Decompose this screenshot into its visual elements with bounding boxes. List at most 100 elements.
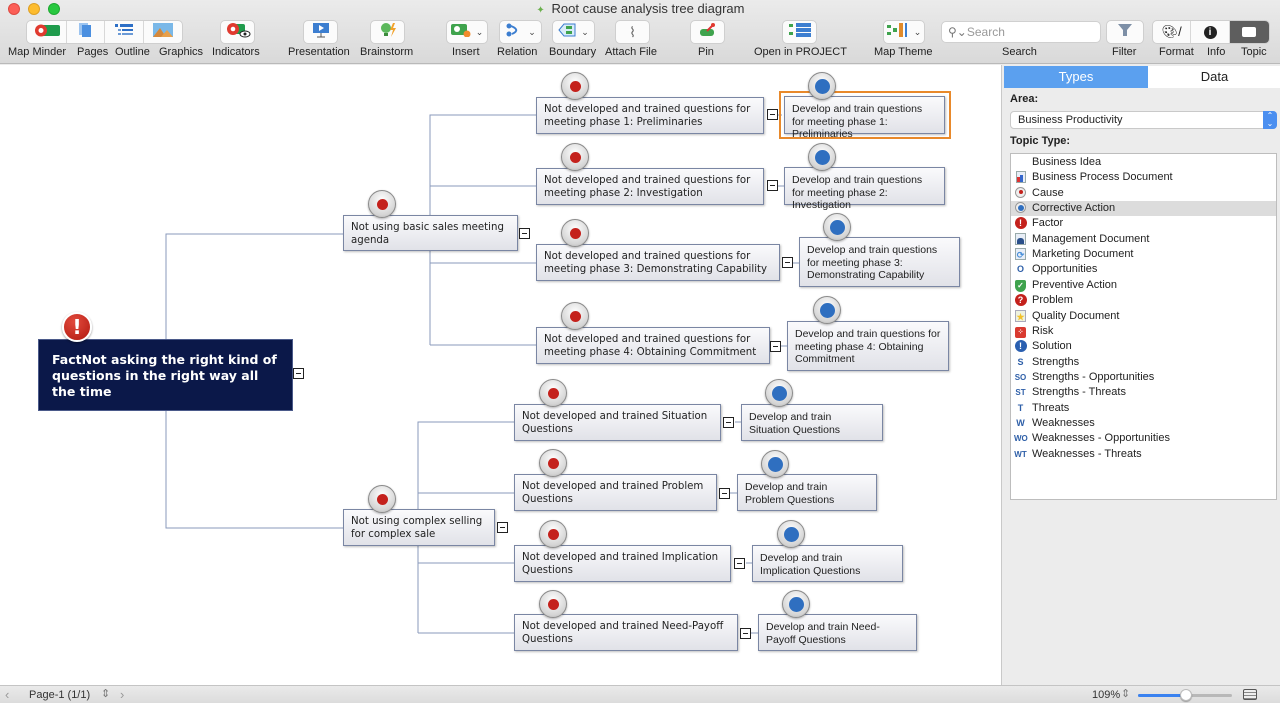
topic-type-item[interactable]: S Strengths [1011, 355, 1276, 370]
topic-type-label: Strengths [1032, 355, 1080, 368]
zoom-slider[interactable] [1138, 689, 1232, 701]
format-button[interactable]: 🎨︎/ [1153, 21, 1192, 43]
graphics-button[interactable] [144, 21, 183, 43]
collapse-toggle[interactable] [293, 368, 304, 379]
solution-topic[interactable]: Develop and train Implication Questions [752, 545, 903, 582]
insert-label: Insert [452, 46, 480, 58]
solution-topic[interactable]: Develop and train questions for meeting … [799, 237, 960, 287]
pin-label: Pin [698, 46, 714, 58]
insert-button[interactable]: ⌄ [446, 20, 488, 44]
pages-button[interactable] [67, 21, 105, 43]
solution-topic[interactable]: Develop and train questions for meeting … [784, 96, 945, 140]
cause-topic[interactable]: Not developed and trained questions for … [536, 327, 770, 364]
solution-topic[interactable]: Develop and train Situation Questions [741, 404, 883, 441]
solution-topic[interactable]: Develop and train questions for meeting … [784, 167, 945, 211]
page-stepper-icon[interactable]: ⇕ [101, 687, 110, 700]
topic-type-item[interactable]: Business Process Document [1011, 170, 1276, 185]
marketing-document-icon: ⟳ [1015, 248, 1026, 261]
info-button[interactable]: i [1191, 21, 1230, 43]
topic-type-item[interactable]: Cause [1011, 186, 1276, 201]
search-input[interactable]: ⚲⌄Search [941, 21, 1101, 43]
topic-type-item[interactable]: ? Problem [1011, 293, 1276, 308]
cause-topic[interactable]: Not developed and trained questions for … [536, 244, 780, 281]
map-minder-icon [32, 23, 61, 42]
collapse-toggle[interactable] [782, 257, 793, 268]
tab-types[interactable]: Types [1004, 66, 1148, 88]
status-bar: ‹ Page-1 (1/1) ⇕ › 109% ⇕ [0, 685, 1280, 703]
topic-type-item[interactable]: Corrective Action [1011, 201, 1276, 217]
solution-icon: ! [1014, 340, 1027, 353]
shield-icon: ✓ [1014, 279, 1027, 292]
topic-type-item[interactable]: ! Solution [1011, 339, 1276, 354]
topic-type-item[interactable]: W Weaknesses [1011, 416, 1276, 431]
zoom-stepper-icon[interactable]: ⇕ [1121, 687, 1130, 700]
branch-topic[interactable]: Not using basic sales meeting agenda [343, 215, 518, 251]
root-topic[interactable]: FactNot asking the right kind of questio… [38, 339, 293, 411]
collapse-toggle[interactable] [767, 180, 778, 191]
boundary-button[interactable]: ⌄ [552, 20, 595, 44]
zoom-slider-handle[interactable] [1179, 689, 1192, 701]
dice-icon: ⁘ [1014, 325, 1027, 338]
solution-topic[interactable]: Develop and train Problem Questions [737, 474, 877, 511]
open-in-project-button[interactable] [782, 20, 817, 44]
corrective-action-icon [823, 213, 851, 241]
solution-topic[interactable]: Develop and train Need-Payoff Questions [758, 614, 917, 651]
filter-button[interactable] [1106, 20, 1144, 44]
collapse-toggle[interactable] [770, 341, 781, 352]
topic-type-item[interactable]: Management Document [1011, 232, 1276, 247]
collapse-toggle[interactable] [719, 488, 730, 499]
cause-topic[interactable]: Not developed and trained questions for … [536, 97, 764, 134]
map-theme-button[interactable]: ⌄ [883, 20, 925, 44]
attach-file-button[interactable]: ⌇ [615, 20, 650, 44]
cause-topic[interactable]: Not developed and trained Implication Qu… [514, 545, 731, 582]
collapse-toggle[interactable] [497, 522, 508, 533]
map-canvas[interactable]: FactNot asking the right kind of questio… [0, 65, 1001, 685]
relation-button[interactable]: ⌄ [499, 20, 542, 44]
topic-type-item[interactable]: T Threats [1011, 401, 1276, 416]
collapse-toggle[interactable] [767, 109, 778, 120]
topic-type-item[interactable]: WT Weaknesses - Threats [1011, 447, 1276, 462]
previous-page-icon[interactable]: ‹ [5, 687, 9, 702]
cause-topic[interactable]: Not developed and trained Need-Payoff Qu… [514, 614, 738, 651]
map-minder-button[interactable] [27, 21, 67, 43]
topic-type-item[interactable]: ⟳ Marketing Document [1011, 247, 1276, 262]
topic-type-item[interactable]: O Opportunities [1011, 262, 1276, 277]
topic-type-item[interactable]: WO Weaknesses - Opportunities [1011, 431, 1276, 446]
cause-topic[interactable]: Not developed and trained Problem Questi… [514, 474, 717, 511]
map-theme-icon [886, 22, 909, 42]
solution-topic[interactable]: Develop and train questions for meeting … [787, 321, 949, 371]
collapse-toggle[interactable] [734, 558, 745, 569]
fit-page-icon[interactable] [1243, 689, 1257, 700]
topic-type-item[interactable]: ⁘ Risk [1011, 324, 1276, 339]
topic-type-item[interactable]: ST Strengths - Threats [1011, 385, 1276, 400]
topic-type-label: Business Idea [1032, 156, 1102, 168]
topic-type-item[interactable]: Business Idea [1011, 155, 1276, 170]
indicators-button[interactable] [220, 20, 255, 44]
topic-type-item[interactable]: ★ Quality Document [1011, 309, 1276, 324]
branch-topic[interactable]: Not using complex selling for complex sa… [343, 509, 495, 546]
next-page-icon[interactable]: › [120, 687, 124, 702]
cause-topic[interactable]: Not developed and trained Situation Ques… [514, 404, 721, 441]
cause-topic[interactable]: Not developed and trained questions for … [536, 168, 764, 205]
topic-type-item[interactable]: ✓ Preventive Action [1011, 278, 1276, 293]
outline-button[interactable] [105, 21, 144, 43]
presentation-button[interactable] [303, 20, 338, 44]
topic-type-item[interactable]: SO Strengths - Opportunities [1011, 370, 1276, 385]
collapse-toggle[interactable] [519, 228, 530, 239]
brainstorm-button[interactable] [370, 20, 405, 44]
topic-type-list[interactable]: Business Idea Business Process Document Ca… [1010, 153, 1277, 500]
tab-data[interactable]: Data [1148, 66, 1280, 88]
collapse-toggle[interactable] [723, 417, 734, 428]
topic-button[interactable] [1229, 21, 1269, 43]
topic-type-item[interactable]: ! Factor [1011, 216, 1276, 231]
paperclip-icon: ⌇ [629, 23, 636, 40]
format-label: Format [1159, 46, 1194, 58]
topic-type-label: Preventive Action [1032, 278, 1117, 291]
collapse-toggle[interactable] [740, 628, 751, 639]
topic-type-label: Quality Document [1032, 309, 1120, 322]
area-select[interactable]: Business Productivity ⌃ ⌄ [1010, 111, 1277, 129]
corrective-action-icon [1014, 202, 1027, 215]
pin-button[interactable] [690, 20, 725, 44]
page-indicator: Page-1 (1/1) [29, 689, 91, 701]
pages-icon [78, 22, 92, 43]
